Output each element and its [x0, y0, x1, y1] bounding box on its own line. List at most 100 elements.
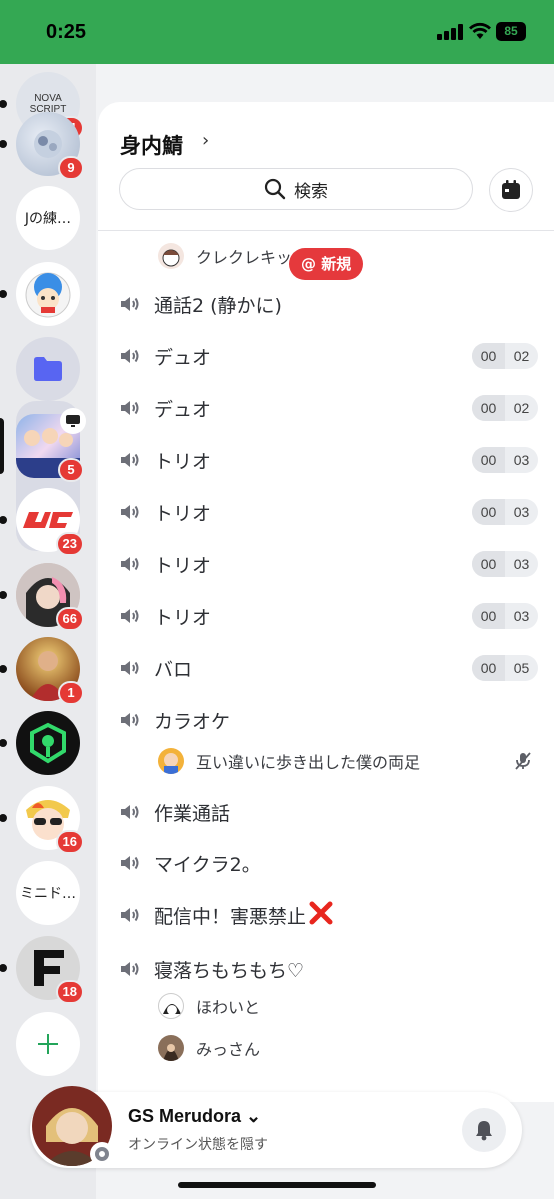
user-count: 00 [472, 551, 505, 577]
server-icon-8[interactable]: 66 [0, 563, 84, 631]
battery-icon: 85 [496, 22, 526, 41]
user-panel[interactable]: GS Merudora ⌄ オンライン状態を隠す [30, 1086, 522, 1168]
new-unreads-badge[interactable]: @ 新規 [289, 248, 364, 280]
search-button[interactable]: 検索 [119, 168, 473, 210]
speaker-icon [121, 661, 139, 675]
speaker-icon [121, 505, 139, 519]
avatar [158, 1035, 184, 1061]
add-server-button[interactable] [16, 1012, 80, 1076]
server-icon-6[interactable]: 5 [0, 408, 86, 482]
user-limit: 02 [513, 348, 530, 364]
voice-channel[interactable]: 通話2 (静かに) [118, 284, 538, 324]
server-icon-9[interactable]: 1 [0, 637, 84, 705]
voice-channel[interactable]: カラオケ [118, 700, 538, 740]
user-name-button[interactable]: GS Merudora ⌄ [128, 1106, 261, 1127]
user-limit-badge: 00 03 [472, 551, 538, 577]
voice-user-name: ほわいと [196, 998, 261, 1017]
server-icon-2[interactable]: 9 [0, 112, 84, 180]
channel-name: トリオ [154, 450, 212, 473]
channel-name: 通話2 (静かに) [154, 294, 282, 317]
chevron-down-icon: ⌄ [246, 1106, 262, 1126]
voice-channel[interactable]: デュオ 00 02 [118, 336, 538, 376]
speaker-icon [121, 908, 139, 922]
server-icon-7[interactable]: 23 [0, 488, 84, 556]
speaker-icon [121, 401, 139, 415]
user-limit: 03 [513, 452, 530, 468]
channel-name: トリオ [154, 606, 212, 629]
server-icon-text-1[interactable]: Jの練… [16, 186, 80, 250]
channel-name: 寝落ちもちもち♡ [154, 959, 305, 982]
search-icon [264, 178, 286, 200]
server-icon-4[interactable] [0, 262, 80, 326]
server-icon-10[interactable] [0, 711, 80, 775]
status-indicator-icon [90, 1142, 114, 1166]
channel-name: マイクラ2。 [154, 853, 261, 876]
user-count: 00 [472, 655, 505, 681]
voice-channel[interactable]: トリオ 00 03 [118, 544, 538, 584]
folder-icon [34, 357, 62, 381]
voice-channel[interactable]: 作業通話 [118, 792, 538, 832]
avatar [158, 748, 184, 774]
server-icon-folder[interactable] [16, 337, 80, 401]
user-name: GS Merudora [128, 1106, 242, 1126]
unread-badge: 18 [55, 980, 84, 1004]
user-limit: 03 [513, 504, 530, 520]
channel-name: バロ [154, 658, 193, 681]
green-emblem-icon [30, 722, 66, 764]
speaker-icon [121, 453, 139, 467]
search-label: 検索 [294, 181, 328, 202]
unread-badge: 66 [55, 607, 84, 631]
voice-channel[interactable]: デュオ 00 02 [118, 388, 538, 428]
user-count: 00 [472, 395, 505, 421]
voice-user[interactable]: クレクレキッズ [158, 240, 308, 272]
server-rail: NOVA SCRIPT 21 9 Jの練… 5 [0, 64, 96, 1199]
voice-channel[interactable]: マイクラ2。 [118, 843, 538, 883]
unread-badge: 9 [58, 156, 84, 180]
status-bar: 0:25 85 [0, 0, 554, 64]
wifi-icon [469, 22, 491, 39]
sheep-mascot-icon [25, 272, 71, 318]
events-button[interactable] [489, 168, 533, 212]
user-limit: 02 [513, 400, 530, 416]
voice-user[interactable]: みっさん [158, 1032, 260, 1064]
plus-icon [38, 1034, 58, 1054]
user-count: 00 [472, 447, 505, 473]
server-icon-11[interactable]: 16 [0, 786, 84, 854]
ngc-logo-icon [23, 512, 73, 528]
user-limit-badge: 00 03 [472, 603, 538, 629]
user-limit-badge: 00 02 [472, 395, 538, 421]
voice-channel[interactable]: バロ 00 05 [118, 648, 538, 688]
status-time: 0:25 [46, 21, 87, 43]
speaker-icon [121, 856, 139, 870]
unread-badge: 5 [58, 458, 84, 482]
avatar [158, 993, 184, 1019]
voice-channel[interactable]: 寝落ちもちもち♡ [118, 949, 538, 989]
home-indicator [178, 1182, 376, 1188]
notifications-button[interactable] [462, 1108, 506, 1152]
voice-user[interactable]: ほわいと [158, 990, 260, 1022]
voice-channel[interactable]: 配信中！害悪禁止 [118, 895, 538, 935]
voice-channel[interactable]: トリオ 00 03 [118, 596, 538, 636]
user-limit-badge: 00 05 [472, 655, 538, 681]
server-name[interactable]: 身内鯖 [120, 130, 183, 160]
server-icon-text-2[interactable]: ミニド… [16, 861, 80, 925]
speaker-icon [121, 297, 139, 311]
voice-user-name: みっさん [196, 1040, 261, 1059]
user-count: 00 [472, 343, 505, 369]
channel-name: カラオケ [154, 710, 231, 733]
red-cross-mark-icon [306, 900, 334, 930]
channel-name: デュオ [154, 346, 212, 369]
unread-badge: 1 [58, 681, 84, 705]
voice-channel[interactable]: トリオ 00 03 [118, 492, 538, 532]
speaker-icon [121, 609, 139, 623]
chevron-right-icon[interactable]: › [202, 130, 209, 151]
channel-name: 配信中！害悪禁止 [154, 905, 307, 928]
voice-user[interactable]: 互い違いに歩き出した僕の両足 [158, 745, 538, 777]
user-limit: 03 [513, 556, 530, 572]
server-icon-13[interactable]: 18 [0, 936, 84, 1004]
bell-icon [476, 1121, 492, 1141]
user-count: 00 [472, 499, 505, 525]
voice-channel[interactable]: トリオ 00 03 [118, 440, 538, 480]
channel-name: トリオ [154, 554, 212, 577]
unread-badge: 16 [55, 830, 84, 854]
